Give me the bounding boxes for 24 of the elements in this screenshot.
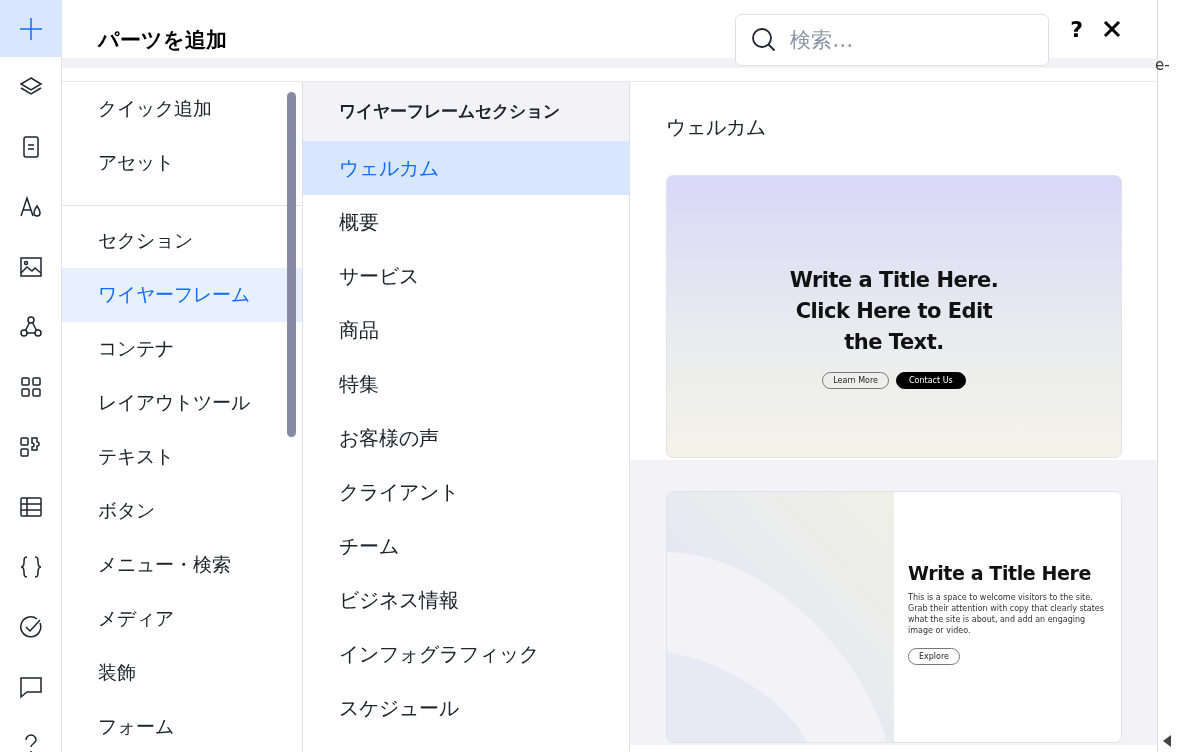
table-icon [17, 494, 44, 520]
template-description: This is a space to welcome visitors to the site. Grab their attention with copy that clearly states what the site is about, and add an engaging image or video. [908, 592, 1105, 636]
template-button: Contact Us [896, 371, 966, 389]
preview-title: ウェルカム [665, 114, 767, 141]
template-title: Write a Title Here. Click Here to Edit the Text. [789, 266, 999, 356]
template-card[interactable]: Write a Title Here This is a space to welcome visitors to the site. Grab their attention with copy that clearly states what the site is about, and add an engaging image or video. Explore [666, 491, 1122, 743]
subcategory-item[interactable]: ウェルカム [303, 141, 629, 195]
template-title: Write a Title Here [908, 562, 1092, 584]
help-button[interactable]: ? [1064, 12, 1089, 46]
check-circle-icon [17, 614, 44, 640]
text-style-icon [17, 194, 44, 220]
plus-icon [17, 15, 44, 42]
image-icon [17, 254, 44, 280]
close-icon [1103, 20, 1121, 38]
page-text: e- [1155, 56, 1170, 74]
category-item[interactable]: ワイヤーフレーム [62, 268, 302, 322]
chat-icon [17, 674, 44, 700]
scrollbar-thumb[interactable] [287, 92, 296, 437]
left-arrow-icon[interactable] [1162, 734, 1172, 748]
nodes-icon [17, 314, 44, 340]
section-heading: ワイヤーフレームセクション [303, 82, 629, 141]
search-field[interactable]: 検索… [735, 14, 1050, 66]
panel-title: パーツを追加 [98, 27, 228, 54]
template-card[interactable]: Write a Title Here. Click Here to Edit the Text. Learn More Contact Us [666, 175, 1122, 458]
